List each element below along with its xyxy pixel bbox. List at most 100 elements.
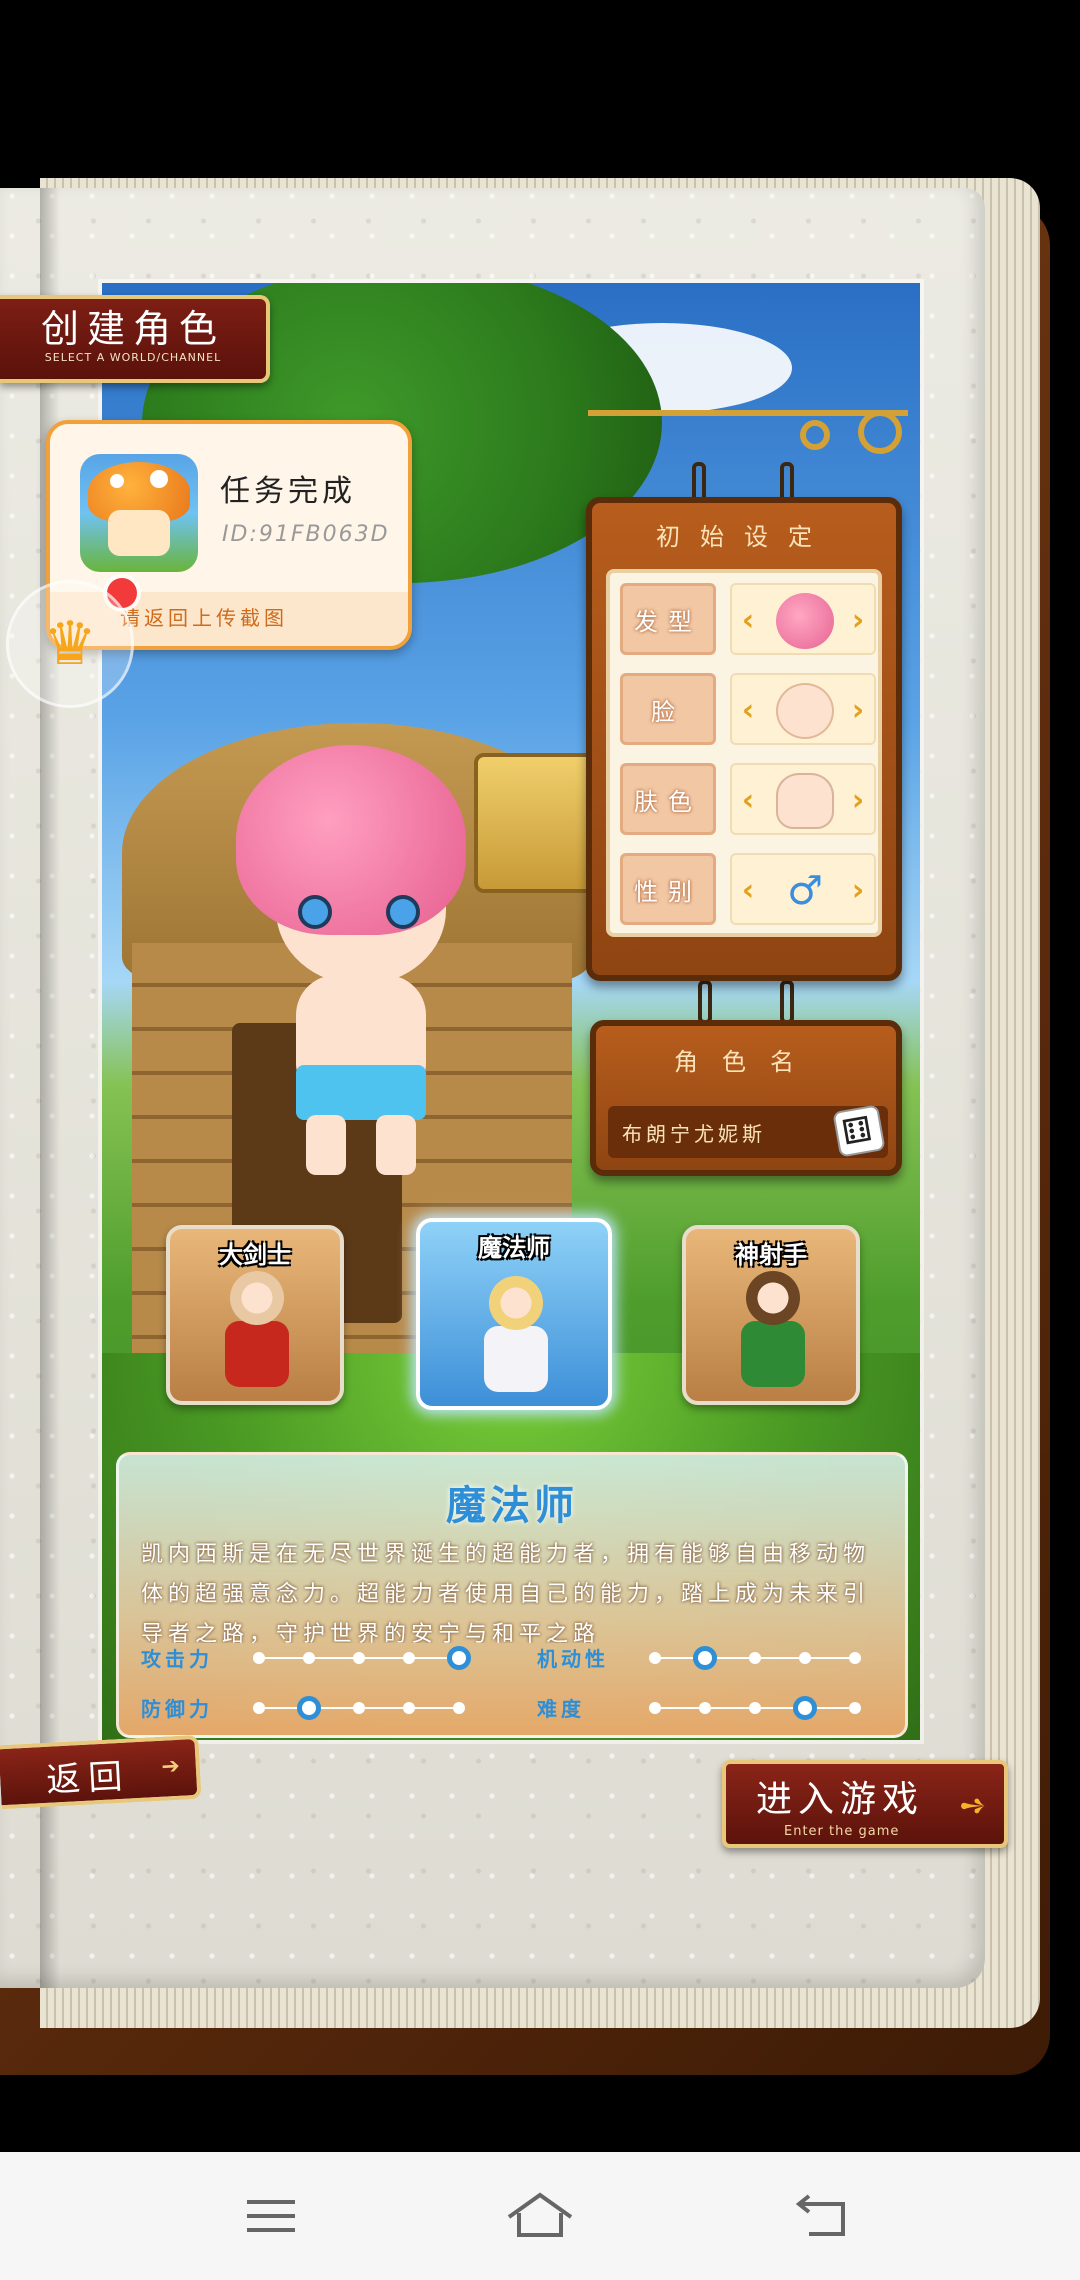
arrow-forward-icon: ➺: [959, 1786, 986, 1824]
stat-level-marker: [297, 1696, 321, 1720]
enter-game-sublabel: Enter the game: [784, 1824, 900, 1839]
stat-level-dot: [849, 1702, 861, 1714]
stat-label: 防御力: [141, 1697, 213, 1721]
dice-glyph: ⚅: [839, 1108, 879, 1154]
prev-arrow-button[interactable]: ‹: [736, 695, 760, 727]
stat-label: 难度: [537, 1697, 585, 1721]
stat-label: 机动性: [537, 1647, 609, 1671]
next-arrow-button[interactable]: ›: [846, 605, 870, 637]
stat-attack: 攻击力: [141, 1643, 481, 1673]
option-selector: ‹ ›: [730, 673, 876, 745]
option-label: 肤色: [620, 763, 716, 835]
class-card-swordsman[interactable]: 大剑士: [166, 1225, 344, 1405]
stat-level-dot: [353, 1652, 365, 1664]
mage-figure: [464, 1276, 564, 1396]
task-hint: 请返回上传截图: [120, 606, 288, 630]
stat-difficulty: 难度: [537, 1693, 877, 1723]
back-label: 返回: [45, 1756, 132, 1801]
swordsman-figure: [205, 1271, 305, 1391]
class-name: 魔法师: [478, 1234, 550, 1262]
class-name: 神射手: [735, 1241, 807, 1269]
prev-arrow-button[interactable]: ‹: [736, 785, 760, 817]
task-id: ID:91FB063D: [222, 522, 390, 547]
next-arrow-button[interactable]: ›: [846, 785, 870, 817]
scroll-curl: [858, 410, 902, 454]
next-arrow-button[interactable]: ›: [846, 875, 870, 907]
stat-level-dot: [699, 1702, 711, 1714]
stat-mobility: 机动性: [537, 1643, 877, 1673]
prev-arrow-button[interactable]: ‹: [736, 605, 760, 637]
figure-body: [225, 1321, 289, 1387]
back-nav-button[interactable]: [778, 2186, 868, 2246]
character-eye: [298, 895, 332, 929]
archer-figure: [721, 1271, 821, 1391]
stat-level-dot: [403, 1702, 415, 1714]
crown-icon: ♛: [43, 609, 97, 679]
class-title: 魔法师: [446, 1482, 578, 1529]
page-subtitle: SELECT A WORLD/CHANNEL: [44, 351, 222, 364]
character-name-value: 布朗宁尤妮斯: [622, 1122, 766, 1146]
skin-preview-icon: [776, 773, 834, 829]
option-row-hair: 发型 ‹ ›: [620, 579, 876, 659]
stat-level-dot: [453, 1702, 465, 1714]
male-gender-icon: ♂: [787, 868, 823, 914]
mushroom-face: [108, 510, 170, 556]
character-name-input[interactable]: 布朗宁尤妮斯 ⚅: [608, 1104, 888, 1158]
option-selector: ‹ ♂ ›: [730, 853, 876, 925]
option-label: 发型: [620, 583, 716, 655]
figure-body: [741, 1321, 805, 1387]
dice-icon[interactable]: ⚅: [832, 1104, 886, 1158]
stat-level-dot: [403, 1652, 415, 1664]
task-title: 任务完成: [220, 474, 356, 509]
next-arrow-button[interactable]: ›: [846, 695, 870, 727]
option-row-gender: 性别 ‹ ♂ ›: [620, 849, 876, 929]
chain: [780, 980, 794, 1024]
character-eye: [386, 895, 420, 929]
scroll-curl: [800, 420, 830, 450]
back-icon: [795, 2194, 845, 2236]
stat-level-dot: [799, 1652, 811, 1664]
stat-level-dot: [849, 1652, 861, 1664]
figure-head: [489, 1276, 543, 1330]
stat-defense: 防御力: [141, 1693, 481, 1723]
character-leg: [376, 1115, 416, 1175]
stat-level-dot: [303, 1652, 315, 1664]
arrow-right-icon: ➔: [160, 1753, 181, 1780]
option-selector: ‹ ›: [730, 763, 876, 835]
stat-level-marker: [793, 1696, 817, 1720]
stat-level-dot: [253, 1652, 265, 1664]
class-card-archer[interactable]: 神射手: [682, 1225, 860, 1405]
stat-level-dot: [749, 1652, 761, 1664]
stat-level-dot: [353, 1702, 365, 1714]
system-nav-bar: [0, 2152, 1080, 2280]
class-description: 凯内西斯是在无尽世界诞生的超能力者，拥有能够自由移动物体的超强意念力。超能力者使…: [141, 1542, 871, 1643]
character-hair: [236, 745, 466, 935]
stat-label: 攻击力: [141, 1647, 213, 1671]
page-title: 创建角色: [40, 307, 225, 351]
appearance-options: 发型 ‹ › 脸 ‹ › 肤色 ‹ › 性别 ‹ ♂ ›: [606, 569, 882, 937]
figure-head: [746, 1271, 800, 1325]
enter-game-button[interactable]: 进入游戏 Enter the game ➺: [722, 1760, 1008, 1848]
mushroom-spot: [150, 470, 168, 488]
chain: [698, 980, 712, 1024]
enter-game-label: 进入游戏: [756, 1779, 925, 1820]
stat-level-dot: [649, 1702, 661, 1714]
character-name-board: 角色名 布朗宁尤妮斯 ⚅: [590, 1020, 902, 1176]
crown-float-button[interactable]: ♛: [6, 580, 134, 708]
stat-level-dot: [253, 1702, 265, 1714]
mushroom-spot: [110, 474, 124, 488]
face-preview-icon: [776, 683, 834, 739]
option-label: 性别: [620, 853, 716, 925]
stat-level-dot: [749, 1702, 761, 1714]
prev-arrow-button[interactable]: ‹: [736, 875, 760, 907]
stat-level-marker: [693, 1646, 717, 1670]
option-row-skin: 肤色 ‹ ›: [620, 759, 876, 839]
menu-button[interactable]: [226, 2186, 316, 2246]
option-row-face: 脸 ‹ ›: [620, 669, 876, 749]
option-label: 脸: [620, 673, 716, 745]
home-button[interactable]: [495, 2186, 585, 2246]
menu-icon: [247, 2200, 295, 2232]
back-button[interactable]: 返回 ➔: [0, 1734, 202, 1810]
class-card-mage[interactable]: 魔法师: [416, 1218, 612, 1410]
option-selector: ‹ ›: [730, 583, 876, 655]
